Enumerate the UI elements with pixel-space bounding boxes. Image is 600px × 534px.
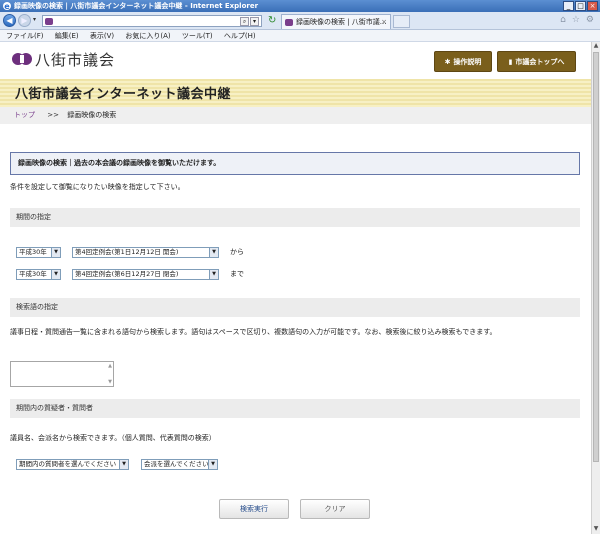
site-favicon-icon <box>45 18 53 25</box>
intro-text: 条件を設定して御覧になりたい映像を指定して下さい。 <box>10 183 185 191</box>
notice-box: 録画映像の検索｜過去の本会議の録画映像を御覧いただけます。 <box>10 152 580 175</box>
questioner-select-value: 期間内の質問者を選んでください <box>19 460 117 468</box>
menu-edit[interactable]: 編集(E) <box>55 32 79 40</box>
menu-file[interactable]: ファイル(F) <box>6 32 44 40</box>
chevron-down-icon: ▼ <box>209 248 218 257</box>
search-icon[interactable]: ⌕ <box>240 17 249 26</box>
menu-tools[interactable]: ツール(T) <box>182 32 213 40</box>
minimize-button[interactable]: _ <box>563 1 574 11</box>
help-button[interactable]: ✱ 操作説明 <box>434 51 492 72</box>
address-input[interactable]: ⌕ ▾ <box>42 15 262 27</box>
help-button-label: 操作説明 <box>453 58 482 66</box>
assembly-top-button-label: 市議会トップへ <box>515 58 565 66</box>
faction-select[interactable]: 会派を選んでください ▼ <box>141 459 218 470</box>
to-era-select[interactable]: 平成30年 ▼ <box>16 269 61 280</box>
maximize-button[interactable]: □ <box>575 1 586 11</box>
svg-text:e: e <box>4 2 10 11</box>
back-button[interactable]: ◀ <box>3 14 16 27</box>
person-description: 議員名、会派名から検索できます。（個人質問、代表質問の検索） <box>10 434 216 442</box>
chevron-down-icon: ▼ <box>119 460 128 469</box>
favorites-star-icon[interactable]: ☆ <box>572 15 580 25</box>
keyword-section-heading: 検索語の指定 <box>10 298 580 317</box>
vertical-scrollbar[interactable]: ▲ ▼ <box>591 42 600 534</box>
assembly-top-button[interactable]: ▮ 市議会トップへ <box>497 51 576 72</box>
scroll-down-icon[interactable]: ▼ <box>108 379 112 385</box>
tab-current[interactable]: 録画映像の検索 | 八街市議... × <box>281 14 391 29</box>
tab-favicon-icon <box>285 19 293 26</box>
faction-select-value: 会派を選んでください <box>144 460 209 468</box>
site-logo-text[interactable]: 八街市議会 <box>35 49 115 70</box>
tab-close-icon[interactable]: × <box>381 15 387 29</box>
from-era-value: 平成30年 <box>19 248 47 256</box>
period-section-heading: 期間の指定 <box>10 208 580 227</box>
to-session-select[interactable]: 第4回定例会(第6日12月27日 閉会) ▼ <box>72 269 219 280</box>
from-session-value: 第4回定例会(第1日12月12日 開会) <box>75 248 179 256</box>
history-dropdown-icon[interactable]: ▾ <box>33 16 36 23</box>
questioner-select[interactable]: 期間内の質問者を選んでください ▼ <box>16 459 129 470</box>
keyword-description: 議事日程・質問通告一覧に含まれる語句から検索します。語句はスペースで区切り、複数… <box>10 328 497 336</box>
from-era-select[interactable]: 平成30年 ▼ <box>16 247 61 258</box>
window-titlebar: e 録画映像の検索 | 八街市議会インターネット議会中継 - Internet … <box>0 0 600 12</box>
to-label: まで <box>230 270 244 278</box>
home-icon[interactable]: ⌂ <box>560 15 566 25</box>
page-title: 八街市議会インターネット議会中継 <box>15 87 232 102</box>
scrollbar-thumb[interactable] <box>593 52 599 462</box>
breadcrumb-home-link[interactable]: トップ <box>14 111 35 119</box>
city-emblem-icon <box>12 53 32 65</box>
menu-favorites[interactable]: お気に入り(A) <box>125 32 170 40</box>
to-session-value: 第4回定例会(第6日12月27日 閉会) <box>75 270 179 278</box>
home-building-icon: ▮ <box>508 58 513 66</box>
scroll-up-icon[interactable]: ▲ <box>108 363 112 369</box>
breadcrumb-separator: >> <box>47 111 59 119</box>
from-session-select[interactable]: 第4回定例会(第1日12月12日 開会) ▼ <box>72 247 219 258</box>
clear-button[interactable]: クリア <box>300 499 370 519</box>
chevron-down-icon: ▼ <box>209 270 218 279</box>
forward-button[interactable]: ▶ <box>18 14 31 27</box>
keyword-textarea[interactable]: ▲ ▼ <box>10 361 114 387</box>
breadcrumb-current: 録画映像の検索 <box>67 111 117 119</box>
internet-explorer-icon: e <box>3 2 11 11</box>
tab-title: 録画映像の検索 | 八街市議... <box>296 18 387 26</box>
scroll-up-arrow-icon[interactable]: ▲ <box>592 42 600 51</box>
address-toolbar: ◀ ▶ ▾ ⌕ ▾ ↻ 録画映像の検索 | 八街市議... × ⌂ ☆ ⚙ <box>0 12 600 30</box>
from-label: から <box>230 248 244 256</box>
new-tab-button[interactable] <box>393 15 410 28</box>
address-dropdown-icon[interactable]: ▾ <box>250 17 259 26</box>
toolbar-icons: ⌂ ☆ ⚙ <box>560 15 594 25</box>
search-button[interactable]: 検索実行 <box>219 499 289 519</box>
breadcrumb: トップ >> 録画映像の検索 <box>0 107 591 124</box>
page-content: 八街市議会 ✱ 操作説明 ▮ 市議会トップへ 八街市議会インターネット議会中継 トッ… <box>0 42 591 534</box>
person-section-heading: 期間内の質疑者・質問者 <box>10 399 580 418</box>
scroll-down-arrow-icon[interactable]: ▼ <box>592 525 600 534</box>
refresh-icon[interactable]: ↻ <box>268 15 279 26</box>
menu-help[interactable]: ヘルプ(H) <box>224 32 256 40</box>
settings-gear-icon[interactable]: ⚙ <box>586 15 594 25</box>
menu-view[interactable]: 表示(V) <box>90 32 114 40</box>
window-controls: _ □ × <box>563 1 598 11</box>
gear-icon: ✱ <box>444 58 451 66</box>
site-header: 八街市議会 ✱ 操作説明 ▮ 市議会トップへ <box>0 42 591 79</box>
close-button[interactable]: × <box>587 1 598 11</box>
chevron-down-icon: ▼ <box>51 270 60 279</box>
to-era-value: 平成30年 <box>19 270 47 278</box>
chevron-down-icon: ▼ <box>208 460 217 469</box>
window-title: 録画映像の検索 | 八街市議会インターネット議会中継 - Internet Ex… <box>14 2 259 10</box>
page-banner: 八街市議会インターネット議会中継 <box>0 79 591 107</box>
menu-bar: ファイル(F) 編集(E) 表示(V) お気に入り(A) ツール(T) ヘルプ(… <box>0 30 600 42</box>
chevron-down-icon: ▼ <box>51 248 60 257</box>
